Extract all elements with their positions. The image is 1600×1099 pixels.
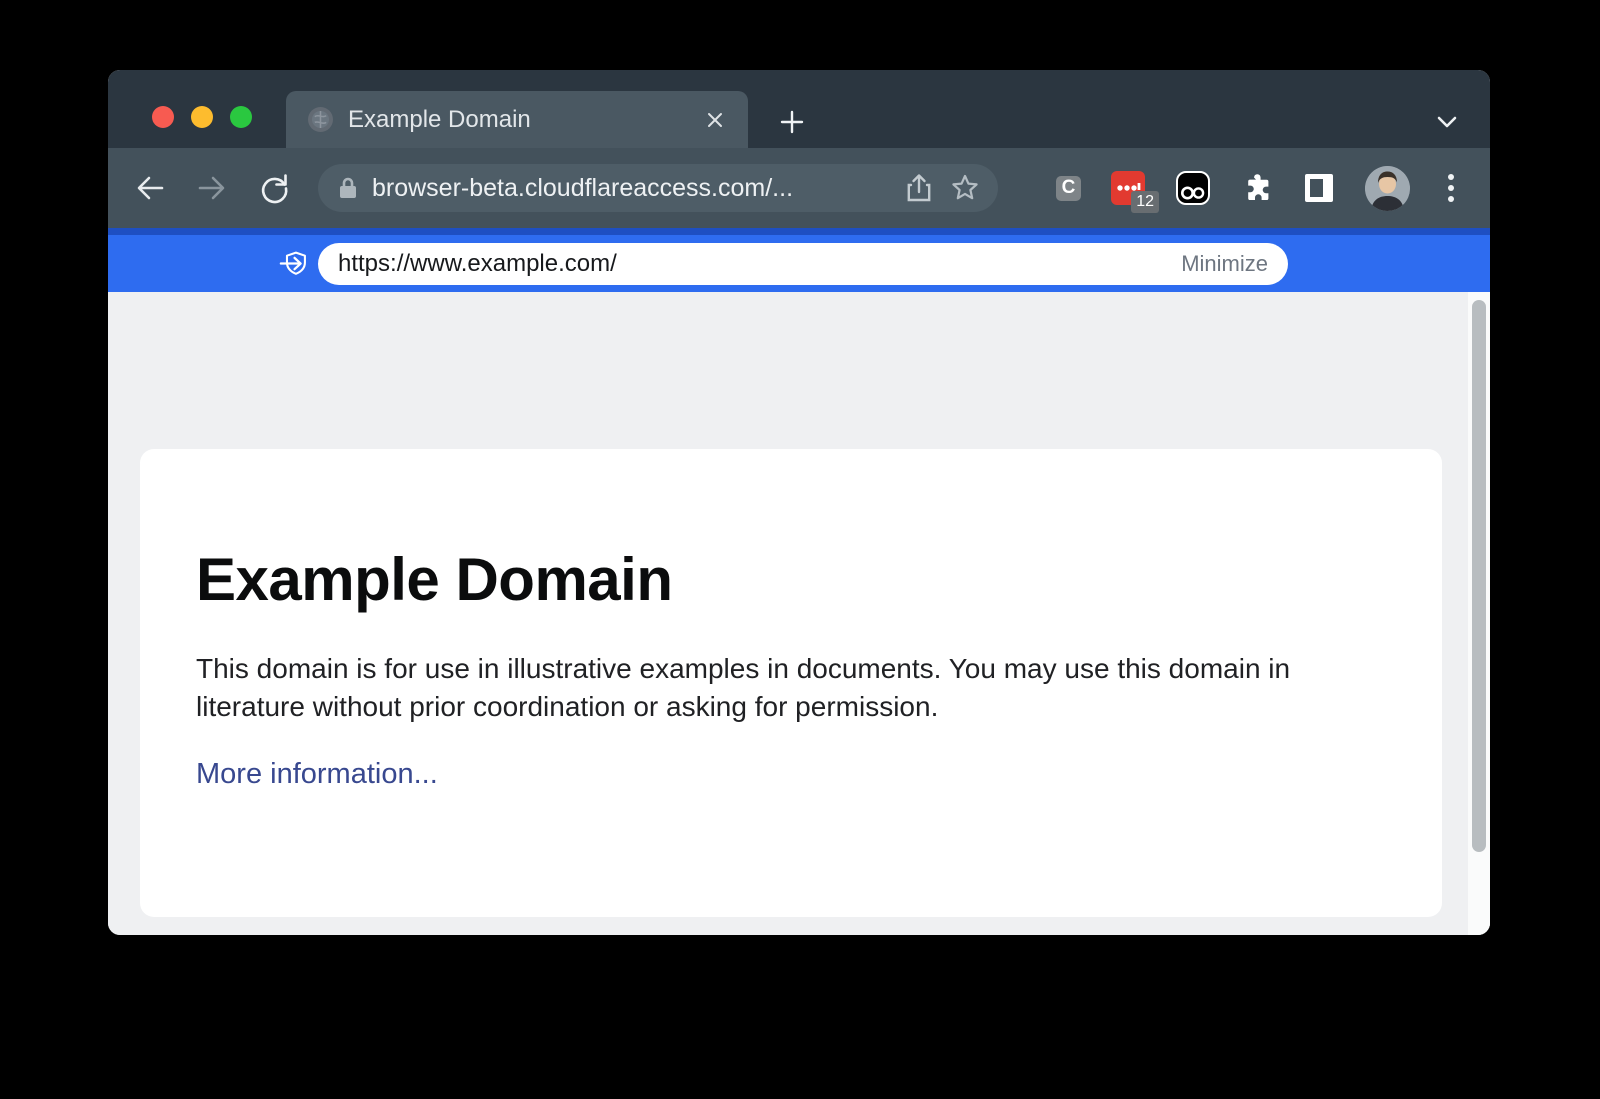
side-panel-icon bbox=[1303, 172, 1335, 204]
avatar-photo-icon bbox=[1365, 166, 1410, 211]
tab-example-domain[interactable]: Example Domain bbox=[286, 91, 748, 148]
arrow-left-icon bbox=[133, 171, 167, 205]
reload-button[interactable] bbox=[256, 170, 292, 206]
address-text: browser-beta.cloudflareaccess.com/... bbox=[372, 174, 890, 203]
address-bar[interactable]: browser-beta.cloudflareaccess.com/... bbox=[318, 164, 998, 212]
two-circles-icon bbox=[1175, 170, 1211, 206]
lock-icon bbox=[338, 176, 358, 200]
example-domain-card: Example Domain This domain is for use in… bbox=[140, 449, 1442, 917]
isolation-bar: https://www.example.com/ Minimize bbox=[108, 228, 1490, 292]
kebab-menu-icon bbox=[1440, 171, 1462, 205]
minimize-window-button[interactable] bbox=[191, 106, 213, 128]
zoom-window-button[interactable] bbox=[230, 106, 252, 128]
remote-url-text: https://www.example.com/ bbox=[338, 250, 1181, 278]
new-tab-button[interactable] bbox=[773, 103, 811, 141]
c-extension-label: C bbox=[1062, 177, 1076, 199]
scrollbar-track[interactable] bbox=[1468, 292, 1490, 935]
chevron-down-icon bbox=[1434, 109, 1460, 135]
star-icon bbox=[950, 173, 980, 203]
share-button[interactable] bbox=[902, 171, 936, 205]
tab-search-button[interactable] bbox=[1428, 103, 1466, 141]
page-heading: Example Domain bbox=[196, 545, 1382, 614]
page-viewport: Example Domain This domain is for use in… bbox=[108, 292, 1490, 935]
camera-extension-button[interactable] bbox=[1175, 170, 1211, 206]
side-panel-button[interactable] bbox=[1303, 172, 1335, 204]
reload-icon bbox=[257, 171, 291, 205]
browser-window: Example Domain bbox=[108, 70, 1490, 935]
remote-url-input[interactable]: https://www.example.com/ Minimize bbox=[318, 243, 1288, 285]
share-icon bbox=[906, 173, 932, 203]
bookmark-button[interactable] bbox=[948, 171, 982, 205]
close-tab-icon[interactable] bbox=[700, 105, 730, 135]
tab-title: Example Domain bbox=[348, 106, 700, 134]
close-window-button[interactable] bbox=[152, 106, 174, 128]
window-controls bbox=[152, 106, 252, 128]
browser-toolbar: browser-beta.cloudflareaccess.com/... C bbox=[108, 148, 1490, 228]
arrow-right-icon bbox=[195, 171, 229, 205]
password-extension-button[interactable]: 12 bbox=[1111, 171, 1145, 205]
browser-menu-button[interactable] bbox=[1440, 171, 1462, 205]
plus-icon bbox=[779, 109, 805, 135]
extension-badge: 12 bbox=[1131, 191, 1159, 213]
more-information-link[interactable]: More information... bbox=[196, 758, 438, 791]
profile-avatar[interactable] bbox=[1365, 166, 1410, 211]
c-extension-button[interactable]: C bbox=[1056, 176, 1081, 201]
page-paragraph: This domain is for use in illustrative e… bbox=[196, 650, 1346, 726]
forward-button[interactable] bbox=[194, 170, 230, 206]
shield-arrow-icon bbox=[278, 247, 312, 281]
extensions-area: C 12 bbox=[1056, 166, 1462, 211]
puzzle-icon bbox=[1241, 172, 1273, 204]
extensions-menu-button[interactable] bbox=[1241, 172, 1273, 204]
minimize-bar-button[interactable]: Minimize bbox=[1181, 251, 1268, 277]
globe-icon bbox=[308, 107, 333, 132]
scrollbar-thumb[interactable] bbox=[1472, 300, 1486, 852]
tab-strip: Example Domain bbox=[108, 70, 1490, 148]
back-button[interactable] bbox=[132, 170, 168, 206]
